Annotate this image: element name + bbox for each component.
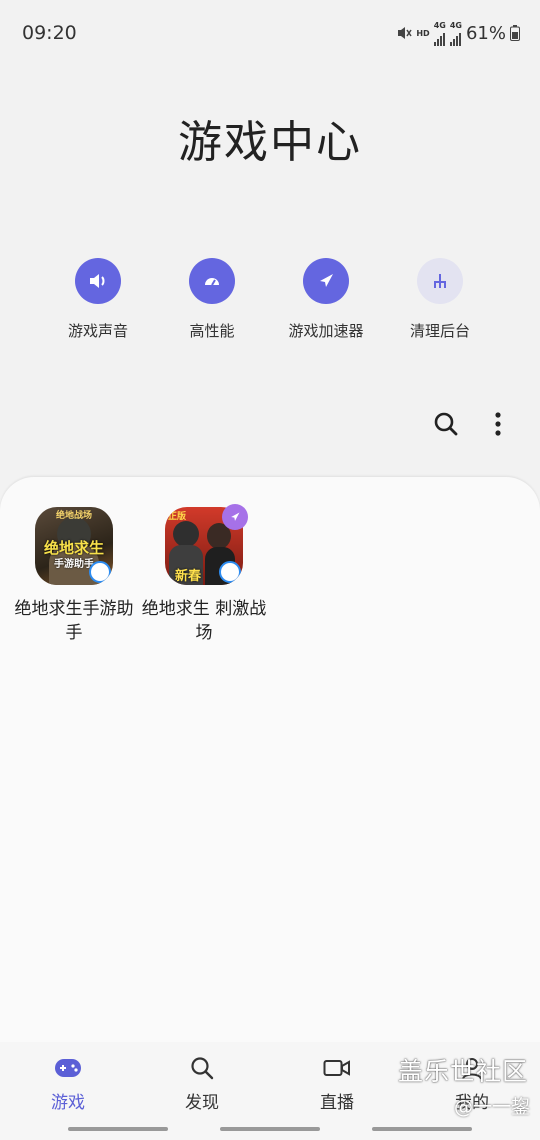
game-name: 绝地求生手游助手 [14,599,134,643]
quick-action-label: 高性能 [189,322,235,340]
game-item[interactable]: 正版 新春 绝地求生 刺激战场 [139,504,269,645]
nav-tab-games[interactable]: 游戏 [18,1054,118,1113]
gesture-hint-center [220,1127,320,1131]
video-camera-icon [323,1060,350,1076]
pubg-assistant-icon: 绝地战场 绝地求生 手游助手 [35,507,113,585]
more-options-button[interactable] [482,408,514,440]
search-button[interactable] [430,408,462,440]
icon-text-sub: 新春 [175,569,202,584]
nav-tab-discover[interactable]: 发现 [152,1054,252,1113]
nav-label: 直播 [320,1093,354,1113]
games-panel: 绝地战场 绝地求生 手游助手 绝地求生手游助手 正版 新春 绝地求生 刺激战场 [0,477,540,1077]
quick-action-high-performance[interactable]: 高性能 [157,258,267,341]
icon-text-top: 绝地战场 [55,511,92,521]
gesture-hint-right [372,1127,472,1131]
battery-icon [510,25,520,41]
search-icon [191,1057,214,1080]
speaker-icon [75,258,121,304]
booster-badge-icon [222,504,248,530]
quick-action-clear-background[interactable]: 清理后台 [385,258,495,341]
hd-label: HD [416,28,430,38]
quick-action-label: 游戏声音 [67,322,128,340]
nav-label: 游戏 [51,1093,85,1113]
quick-action-label: 清理后台 [409,322,470,340]
signal-1-icon: 4G [434,21,446,46]
tencent-badge-icon [89,561,111,583]
signal-2-icon: 4G [450,21,462,46]
broom-icon [417,258,463,304]
game-item[interactable]: 绝地战场 绝地求生 手游助手 绝地求生手游助手 [9,507,139,645]
status-bar: 09:20 HD 4G 4G 61% [0,0,540,68]
mute-icon [398,27,412,39]
quick-action-label: 游戏加速器 [288,322,364,340]
page-title: 游戏中心 [178,117,362,168]
watermark-title: 盖乐世社区 [397,1057,528,1086]
watermark-user: @一一鋆 [453,1096,530,1118]
more-vertical-icon [495,412,501,436]
search-icon [434,412,458,436]
quick-action-game-booster[interactable]: 游戏加速器 [271,258,381,341]
status-icons: HD 4G 4G 61% [396,20,520,46]
gesture-hint-left [68,1127,168,1131]
status-time: 09:20 [22,22,77,44]
icon-text-top: 正版 [168,512,187,522]
quick-action-game-sound[interactable]: 游戏声音 [43,258,153,341]
rocket-icon [303,258,349,304]
battery-percent: 61% [465,22,506,44]
nav-label: 发现 [185,1093,219,1113]
game-name: 绝地求生 刺激战场 [141,599,267,643]
gamepad-icon [55,1059,81,1077]
nav-tab-live[interactable]: 直播 [287,1054,387,1113]
speedometer-icon [189,258,235,304]
tencent-badge-icon [219,561,241,583]
network-label-1: 4G [433,20,446,30]
network-label-2: 4G [449,20,462,30]
